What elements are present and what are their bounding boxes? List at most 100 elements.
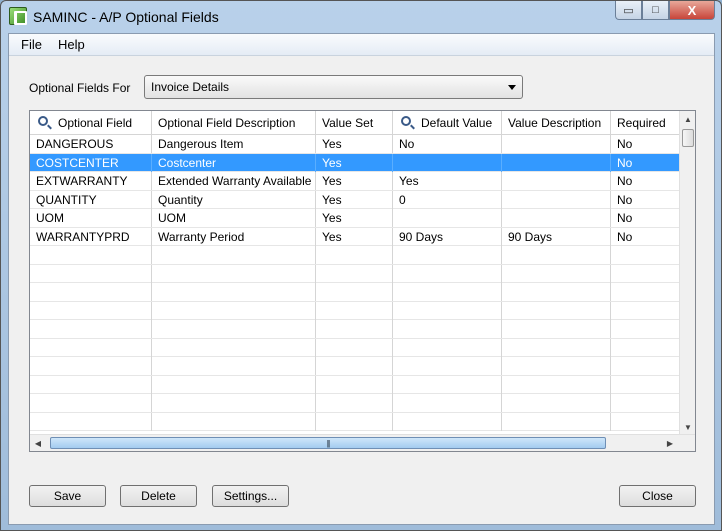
empty-row[interactable] bbox=[30, 246, 680, 265]
cell-description[interactable]: UOM bbox=[152, 209, 316, 227]
cell-value-description[interactable] bbox=[502, 153, 611, 172]
cell-description[interactable]: Quantity bbox=[152, 190, 316, 209]
cell-default-value[interactable] bbox=[393, 320, 502, 338]
title-bar[interactable]: SAMINC - A/P Optional Fields ▭ □ X bbox=[1, 1, 721, 33]
table-row[interactable]: UOM UOM Yes No bbox=[30, 209, 680, 228]
cell-value-set[interactable] bbox=[316, 338, 393, 357]
cell-default-value[interactable] bbox=[393, 283, 502, 301]
cell-optional-field[interactable] bbox=[30, 375, 152, 394]
cell-value-set[interactable]: Yes bbox=[316, 190, 393, 209]
minimize-button[interactable]: ▭ bbox=[615, 1, 642, 20]
empty-row[interactable] bbox=[30, 264, 680, 283]
cell-value-description[interactable] bbox=[502, 357, 611, 375]
cell-value-description[interactable] bbox=[502, 412, 611, 431]
cell-value-set[interactable] bbox=[316, 246, 393, 264]
empty-row[interactable] bbox=[30, 338, 680, 357]
cell-optional-field[interactable] bbox=[30, 283, 152, 301]
cell-value-description[interactable] bbox=[502, 246, 611, 264]
cell-required[interactable] bbox=[611, 339, 678, 357]
empty-row[interactable] bbox=[30, 412, 680, 431]
cell-default-value[interactable] bbox=[393, 338, 502, 357]
cell-description[interactable] bbox=[152, 357, 316, 375]
cell-required[interactable] bbox=[611, 265, 678, 283]
cell-description[interactable] bbox=[152, 338, 316, 357]
cell-value-description[interactable] bbox=[502, 320, 611, 338]
cell-optional-field[interactable]: EXTWARRANTY bbox=[30, 172, 152, 190]
cell-default-value[interactable] bbox=[393, 357, 502, 375]
horizontal-scrollbar[interactable]: ◀ ||| ▶ bbox=[30, 434, 695, 451]
cell-optional-field[interactable] bbox=[30, 301, 152, 320]
cell-description[interactable]: Extended Warranty Available bbox=[152, 172, 316, 190]
cell-optional-field[interactable] bbox=[30, 412, 152, 431]
cell-default-value[interactable]: Yes bbox=[393, 172, 502, 190]
cell-optional-field[interactable] bbox=[30, 338, 152, 357]
cell-value-description[interactable] bbox=[502, 283, 611, 301]
cell-optional-field[interactable]: UOM bbox=[30, 209, 152, 227]
cell-value-set[interactable]: Yes bbox=[316, 209, 393, 227]
cell-required[interactable] bbox=[611, 302, 678, 320]
table-row[interactable]: QUANTITY Quantity Yes 0 No bbox=[30, 190, 680, 209]
cell-value-set[interactable] bbox=[316, 394, 393, 412]
save-button[interactable]: Save bbox=[29, 485, 106, 507]
cell-value-description[interactable] bbox=[502, 135, 611, 153]
cell-description[interactable] bbox=[152, 301, 316, 320]
cell-value-description[interactable] bbox=[502, 301, 611, 320]
cell-description[interactable] bbox=[152, 394, 316, 412]
column-header-value-description[interactable]: Value Description bbox=[502, 111, 611, 135]
cell-value-set[interactable]: Yes bbox=[316, 227, 393, 246]
cell-required[interactable] bbox=[611, 357, 678, 375]
cell-default-value[interactable]: 0 bbox=[393, 190, 502, 209]
maximize-button[interactable]: □ bbox=[642, 1, 669, 20]
cell-optional-field[interactable]: DANGEROUS bbox=[30, 135, 152, 153]
cell-value-set[interactable] bbox=[316, 412, 393, 431]
cell-value-set[interactable] bbox=[316, 320, 393, 338]
menu-file[interactable]: File bbox=[13, 35, 50, 54]
vertical-scrollbar[interactable]: ▲ ▼ bbox=[679, 111, 695, 435]
cell-value-description[interactable] bbox=[502, 172, 611, 190]
table-row[interactable]: EXTWARRANTY Extended Warranty Available … bbox=[30, 172, 680, 191]
cell-default-value[interactable] bbox=[393, 264, 502, 283]
cell-description[interactable] bbox=[152, 264, 316, 283]
cell-required[interactable] bbox=[611, 320, 678, 338]
close-button[interactable]: Close bbox=[619, 485, 696, 507]
horizontal-scroll-thumb[interactable]: ||| bbox=[50, 437, 606, 449]
column-header-optional-field[interactable]: Optional Field bbox=[30, 111, 152, 135]
cell-optional-field[interactable] bbox=[30, 394, 152, 412]
empty-row[interactable] bbox=[30, 357, 680, 376]
column-header-value-set[interactable]: Value Set bbox=[316, 111, 393, 135]
cell-required[interactable]: No bbox=[611, 135, 678, 153]
column-header-required[interactable]: Required bbox=[611, 111, 678, 135]
cell-description[interactable] bbox=[152, 375, 316, 394]
menu-help[interactable]: Help bbox=[50, 35, 93, 54]
cell-required[interactable]: No bbox=[611, 209, 678, 227]
column-header-default-value[interactable]: Default Value bbox=[393, 111, 502, 135]
cell-required[interactable] bbox=[611, 246, 678, 264]
close-window-button[interactable]: X bbox=[669, 1, 715, 20]
cell-value-set[interactable]: Yes bbox=[316, 135, 393, 153]
cell-required[interactable]: No bbox=[611, 154, 678, 172]
cell-description[interactable] bbox=[152, 320, 316, 338]
cell-required[interactable]: No bbox=[611, 228, 678, 246]
cell-optional-field[interactable] bbox=[30, 264, 152, 283]
cell-default-value[interactable] bbox=[393, 209, 502, 227]
cell-optional-field[interactable]: WARRANTYPRD bbox=[30, 227, 152, 246]
empty-row[interactable] bbox=[30, 394, 680, 413]
cell-value-set[interactable] bbox=[316, 375, 393, 394]
empty-row[interactable] bbox=[30, 375, 680, 394]
cell-required[interactable] bbox=[611, 394, 678, 412]
cell-description[interactable] bbox=[152, 412, 316, 431]
cell-value-description[interactable] bbox=[502, 190, 611, 209]
table-row[interactable]: DANGEROUS Dangerous Item Yes No No bbox=[30, 135, 680, 154]
scroll-right-button[interactable]: ▶ bbox=[662, 435, 678, 451]
vertical-scroll-thumb[interactable] bbox=[682, 129, 694, 147]
cell-optional-field[interactable] bbox=[30, 320, 152, 338]
cell-required[interactable] bbox=[611, 283, 678, 301]
search-icon[interactable] bbox=[38, 116, 48, 126]
scroll-down-button[interactable]: ▼ bbox=[680, 419, 695, 435]
table-row[interactable]: COSTCENTER Costcenter Yes No bbox=[30, 153, 680, 172]
table-row[interactable]: WARRANTYPRD Warranty Period Yes 90 Days … bbox=[30, 227, 680, 246]
empty-row[interactable] bbox=[30, 301, 680, 320]
cell-default-value[interactable]: No bbox=[393, 135, 502, 153]
cell-default-value[interactable] bbox=[393, 412, 502, 431]
cell-required[interactable]: No bbox=[611, 191, 678, 209]
